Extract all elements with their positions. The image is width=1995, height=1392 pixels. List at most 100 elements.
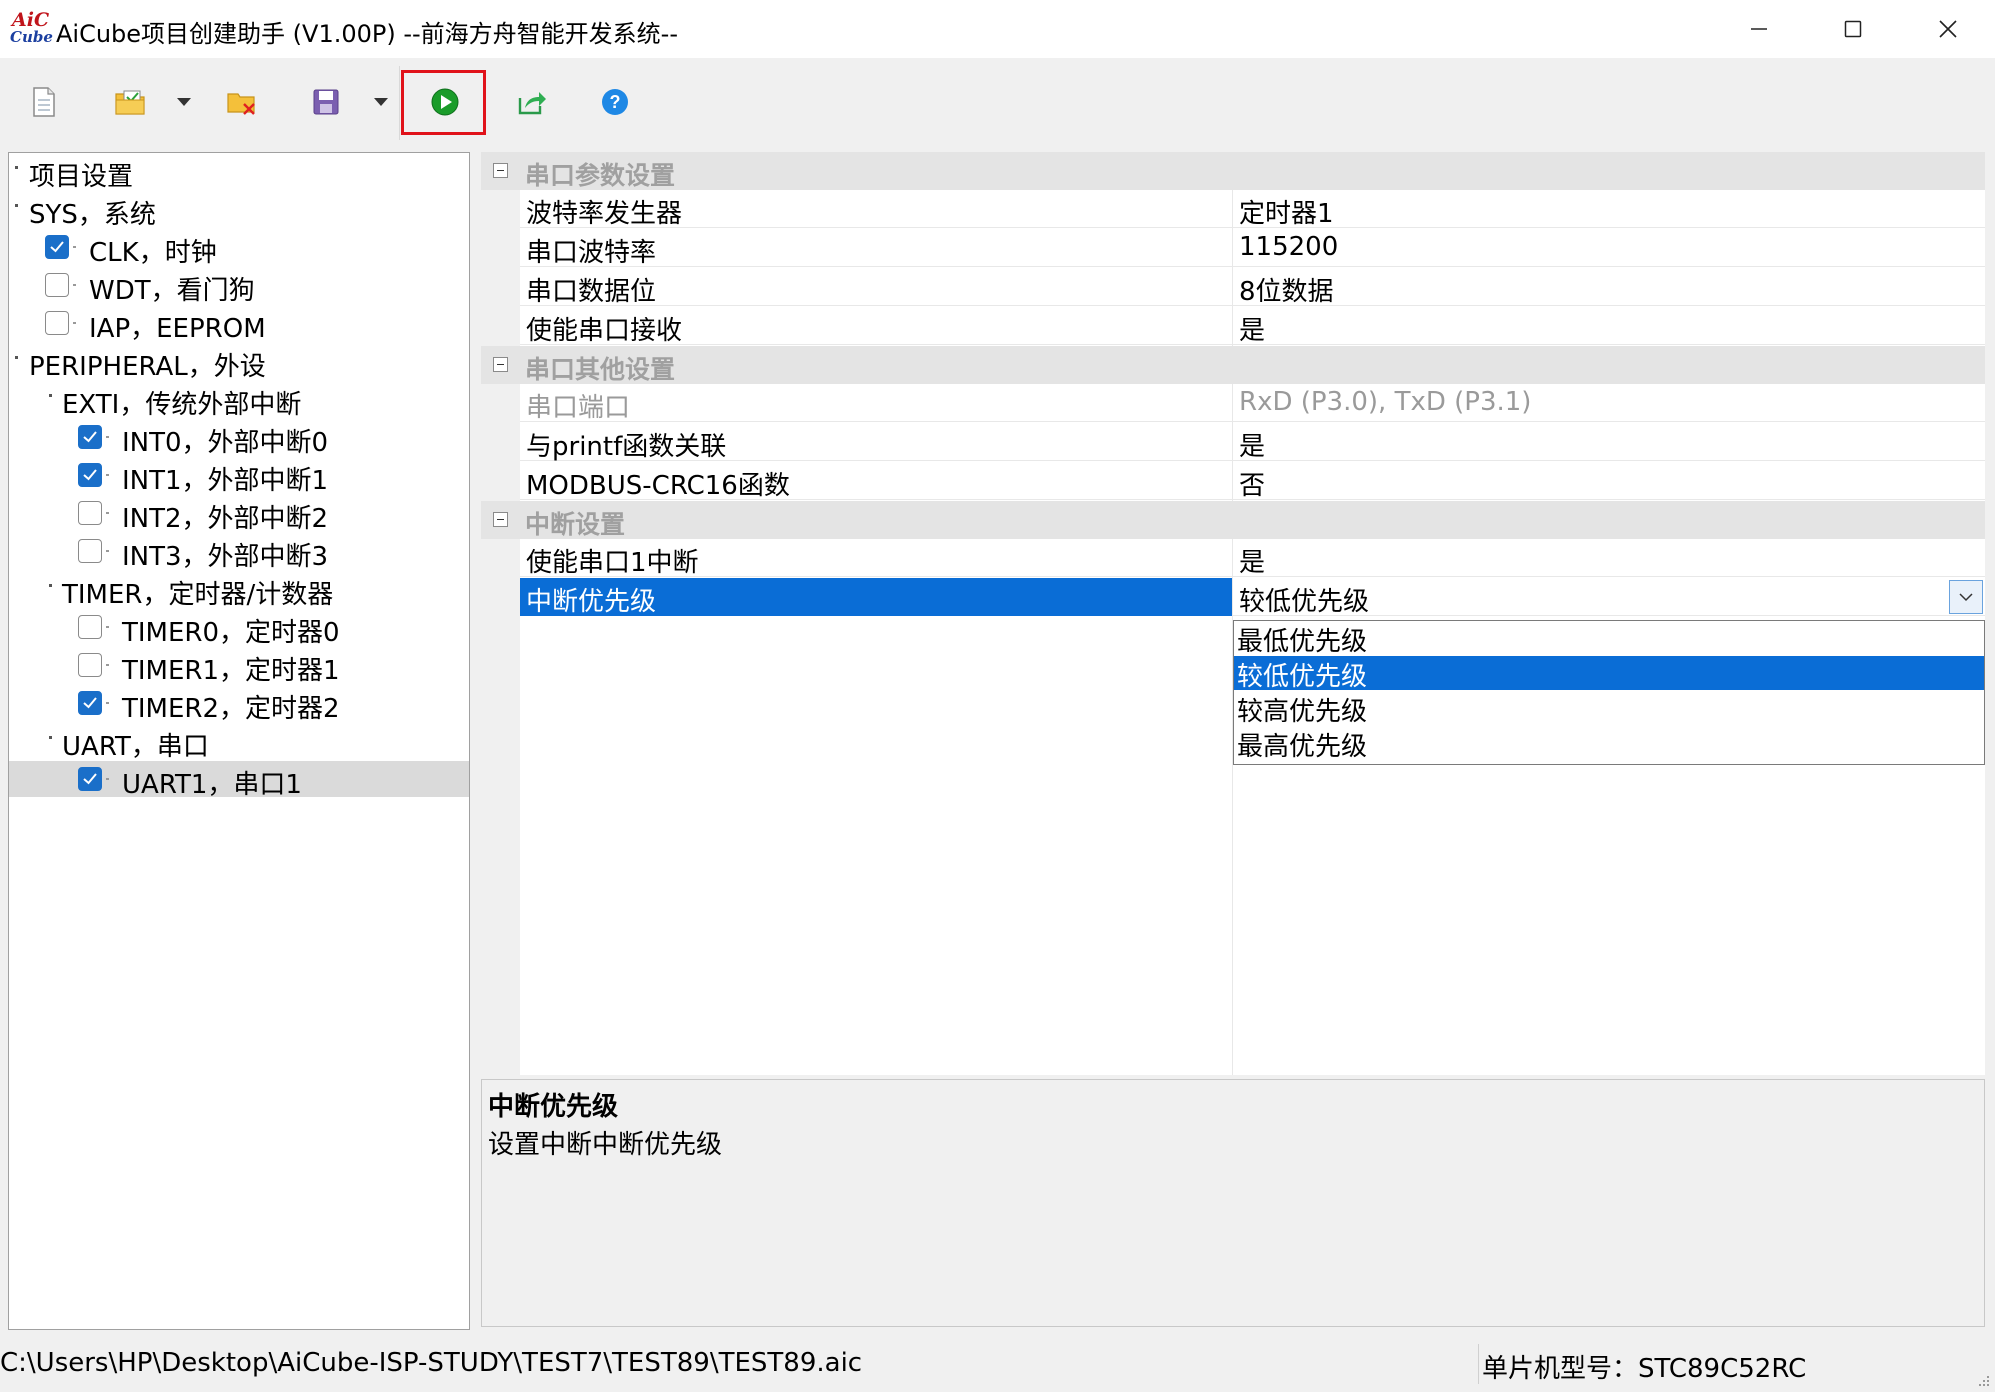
tree-item-peripheral[interactable]: PERIPHERAL，外设 [9,343,469,382]
dropdown-option-low[interactable]: 较低优先级 [1234,656,1984,692]
property-value[interactable]: 是 [1239,310,1265,347]
tree-item-label: EXTI，传统外部中断 [62,390,302,420]
tree-item-iap[interactable]: IAP，EEPROM [9,305,469,344]
tree-item-int3[interactable]: INT3，外部中断3 [9,533,469,572]
open-project-button[interactable] [110,82,150,122]
checkbox-unchecked[interactable] [78,501,102,525]
property-row-rx-enable[interactable]: 使能串口接收 是 [520,307,1985,347]
tree-item-uart1[interactable]: UART1，串口1 [9,761,469,800]
checkbox-unchecked[interactable] [45,311,69,335]
close-icon [1938,20,1957,38]
svg-text:?: ? [610,92,621,112]
priority-dropdown-button[interactable] [1949,580,1983,614]
tree-item-exti[interactable]: EXTI，传统外部中断 [9,381,469,420]
property-row-baud-generator[interactable]: 波特率发生器 定时器1 [520,190,1985,230]
close-project-button[interactable] [222,82,262,122]
checkbox-checked[interactable] [78,463,102,487]
checkbox-unchecked[interactable] [78,615,102,639]
tree-item-label: WDT，看门狗 [89,276,255,306]
tree-item-label: TIMER1，定时器1 [122,656,340,686]
property-row-modbus-crc16[interactable]: MODBUS-CRC16函数 否 [520,462,1985,502]
window-title: AiCube项目创建助手 (V1.00P) --前海方舟智能开发系统-- [56,20,679,48]
tree-expander [15,166,18,169]
property-value[interactable]: 定时器1 [1239,193,1334,230]
checkbox-checked[interactable] [78,691,102,715]
category-title: 串口其他设置 [525,355,676,384]
collapse-toggle-icon[interactable] [493,163,508,178]
property-value[interactable]: 是 [1239,426,1265,463]
option-label: 较低优先级 [1237,662,1368,692]
tree-item-label: TIMER2，定时器2 [122,694,340,724]
option-label: 最低优先级 [1237,627,1368,657]
tree-item-timer0[interactable]: TIMER0，定时器0 [9,609,469,648]
tree-item-wdt[interactable]: WDT，看门狗 [9,267,469,306]
project-tree[interactable]: 项目设置 SYS，系统 CLK，时钟 WDT，看门狗 IAP，EEPROM PE… [8,152,470,1330]
property-row-data-bits[interactable]: 串口数据位 8位数据 [520,268,1985,308]
open-project-icon [115,90,145,115]
property-value[interactable]: 115200 [1239,232,1338,262]
tree-item-timer[interactable]: TIMER，定时器/计数器 [9,571,469,610]
tree-item-label: CLK，时钟 [89,238,217,268]
tree-connector [106,550,109,552]
new-project-button[interactable] [24,82,64,122]
save-dropdown-button[interactable] [370,82,392,122]
checkbox-checked[interactable] [78,425,102,449]
property-row-interrupt-priority[interactable]: 中断优先级 较低优先级 [520,578,1985,618]
run-button[interactable] [425,82,465,122]
category-uart-params[interactable]: 串口参数设置 [481,152,1985,190]
open-dropdown-button[interactable] [173,82,195,122]
tree-connector [73,322,76,324]
chevron-down-icon [177,98,191,106]
property-name: 串口端口 [526,393,631,423]
tree-item-int2[interactable]: INT2，外部中断2 [9,495,469,534]
property-grid[interactable]: 串口参数设置 波特率发生器 定时器1 串口波特率 115200 串口数据位 8位… [481,152,1985,1075]
tree-expander [49,584,52,587]
checkbox-unchecked[interactable] [78,539,102,563]
close-button[interactable] [1900,0,1995,58]
property-value[interactable]: 8位数据 [1239,271,1334,308]
new-file-icon [33,87,55,117]
property-row-printf[interactable]: 与printf函数关联 是 [520,423,1985,463]
tree-item-sys[interactable]: SYS，系统 [9,191,469,230]
property-value[interactable]: 否 [1239,465,1265,502]
save-button[interactable] [306,82,346,122]
checkbox-checked[interactable] [45,235,69,259]
checkbox-unchecked[interactable] [45,273,69,297]
checkbox-checked[interactable] [78,767,102,791]
tree-item-uart[interactable]: UART，串口 [9,723,469,762]
maximize-button[interactable] [1805,0,1900,58]
export-button[interactable] [512,82,552,122]
tree-expander [15,204,18,207]
help-button[interactable]: ? [595,82,635,122]
project-path: C:\Users\HP\Desktop\AiCube-ISP-STUDY\TES… [0,1348,863,1378]
checkbox-unchecked[interactable] [78,653,102,677]
tree-item-timer1[interactable]: TIMER1，定时器1 [9,647,469,686]
property-row-uart-port: 串口端口 RxD (P3.0), TxD (P3.1) [520,384,1985,423]
collapse-toggle-icon[interactable] [493,512,508,527]
dropdown-option-highest[interactable]: 最高优先级 [1234,726,1984,762]
run-icon [431,88,459,116]
priority-combo-value[interactable]: 较低优先级 [1239,581,1369,618]
maximize-icon [1844,20,1861,38]
chevron-down-icon [374,98,388,106]
property-name: 串口数据位 [526,277,657,307]
tree-item-project-settings[interactable]: 项目设置 [9,153,469,192]
dropdown-option-lowest[interactable]: 最低优先级 [1234,621,1984,657]
priority-dropdown-list[interactable]: 最低优先级 较低优先级 较高优先级 最高优先级 [1233,620,1985,765]
tree-item-int1[interactable]: INT1，外部中断1 [9,457,469,496]
property-row-uart1-interrupt[interactable]: 使能串口1中断 是 [520,539,1985,579]
collapse-toggle-icon[interactable] [493,357,508,372]
tree-item-clk[interactable]: CLK，时钟 [9,229,469,268]
check-icon [83,773,97,785]
resize-grip-icon[interactable] [1975,1372,1991,1388]
category-uart-other[interactable]: 串口其他设置 [481,346,1985,384]
tree-connector [106,626,109,628]
description-title: 中断优先级 [488,1092,619,1122]
minimize-button[interactable] [1711,0,1806,58]
dropdown-option-high[interactable]: 较高优先级 [1234,691,1984,727]
tree-item-int0[interactable]: INT0，外部中断0 [9,419,469,458]
tree-item-timer2[interactable]: TIMER2，定时器2 [9,685,469,724]
category-interrupt[interactable]: 中断设置 [481,501,1985,539]
property-row-baud-rate[interactable]: 串口波特率 115200 [520,229,1985,268]
property-value[interactable]: 是 [1239,542,1265,579]
